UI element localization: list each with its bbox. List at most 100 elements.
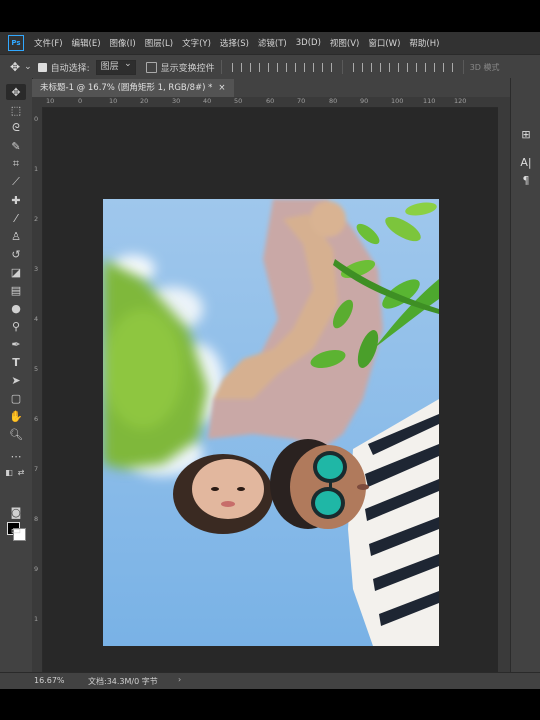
ruler-left-label: 3 — [34, 265, 39, 273]
document-tab[interactable]: 未标题-1 @ 16.7% (圆角矩形 1, RGB/8#) * × — [32, 79, 234, 97]
ruler-left-label: 7 — [34, 465, 39, 473]
screen-mode-icon[interactable]: ▭ — [6, 522, 26, 538]
move-tool-preset-icon[interactable]: ✥ — [10, 60, 20, 74]
auto-select-label: 自动选择: — [50, 63, 90, 74]
quick-mask-icon[interactable]: ◙ — [6, 504, 26, 520]
menu-image[interactable]: 图像(I) — [110, 37, 136, 49]
ruler-left-label: 2 — [34, 215, 39, 223]
photo-image — [103, 199, 439, 646]
workspace-area[interactable] — [43, 108, 498, 673]
ruler-top[interactable]: 10 0 10 20 30 40 50 60 70 80 90 100 110 … — [42, 97, 498, 108]
zoom-level[interactable]: 16.67% — [34, 676, 65, 685]
ruler-top-label: 90 — [360, 97, 369, 105]
path-select-tool-icon[interactable]: ➤ — [6, 372, 26, 388]
options-bar: ✥ ⌄ 自动选择: 图层 显示变换控件 3D 模式 — [0, 54, 540, 80]
ruler-left-label: 6 — [34, 415, 39, 423]
marquee-tool-icon[interactable]: ⬚ — [6, 102, 26, 118]
auto-select-value: 图层 — [100, 61, 119, 72]
align-left-icon[interactable] — [231, 62, 242, 72]
photoshop-window: Ps 文件(F) 编辑(E) 图像(I) 图层(L) 文字(Y) 选择(S) 滤… — [0, 32, 540, 689]
shape-tool-icon[interactable]: ▢ — [6, 390, 26, 406]
paragraph-icon[interactable]: ¶ — [519, 174, 533, 188]
ruler-top-label: 100 — [391, 97, 404, 105]
menu-help[interactable]: 帮助(H) — [409, 37, 439, 49]
menu-file[interactable]: 文件(F) — [34, 37, 63, 49]
properties-icon[interactable]: ⊞ — [519, 128, 533, 142]
menu-window[interactable]: 窗口(W) — [368, 37, 400, 49]
separator — [462, 60, 464, 74]
align-vcenter-icon[interactable] — [303, 62, 314, 72]
distribute-right-icon[interactable] — [442, 62, 453, 72]
dodge-tool-icon[interactable]: ⚲ — [6, 318, 26, 334]
auto-select-dropdown[interactable]: 图层 — [95, 58, 136, 75]
eraser-tool-icon[interactable]: ◪ — [6, 264, 26, 280]
close-icon[interactable]: × — [218, 83, 225, 93]
healing-tool-icon[interactable]: ✚ — [6, 192, 26, 208]
ruler-left-label: 0 — [34, 115, 39, 123]
ps-logo-icon[interactable]: Ps — [8, 35, 24, 51]
distribute-hcenter-icon[interactable] — [424, 62, 435, 72]
blur-tool-icon[interactable]: ● — [6, 300, 26, 316]
brush-tool-icon[interactable]: ⁄ — [6, 210, 26, 226]
right-panel-dock: ⊞ A| ¶ — [510, 78, 540, 674]
ruler-top-label: 120 — [454, 97, 467, 105]
eyedropper-tool-icon[interactable]: ⟋ — [6, 174, 26, 190]
distribute-left-icon[interactable] — [406, 62, 417, 72]
ruler-left-label: 1 — [34, 615, 39, 623]
document-canvas[interactable] — [103, 199, 439, 646]
ruler-top-label: 60 — [266, 97, 275, 105]
menu-filter[interactable]: 滤镜(T) — [258, 37, 287, 49]
distribute-vcenter-icon[interactable] — [370, 62, 381, 72]
menu-select[interactable]: 选择(S) — [220, 37, 249, 49]
ruler-corner[interactable] — [32, 97, 42, 107]
crop-tool-icon[interactable]: ⌗ — [6, 156, 26, 172]
menu-view[interactable]: 视图(V) — [330, 37, 359, 49]
ruler-left[interactable]: 0 1 2 3 4 5 6 7 8 9 1 — [32, 107, 43, 673]
ruler-left-label: 4 — [34, 315, 39, 323]
move-tool-icon[interactable]: ✥ — [6, 84, 26, 100]
show-transform-label: 显示变换控件 — [160, 63, 215, 74]
align-hcenter-icon[interactable] — [249, 62, 260, 72]
history-brush-tool-icon[interactable]: ↺ — [6, 246, 26, 262]
ruler-top-label: 110 — [423, 97, 436, 105]
menu-bar: Ps 文件(F) 编辑(E) 图像(I) 图层(L) 文字(Y) 选择(S) 滤… — [0, 32, 540, 54]
menu-layer[interactable]: 图层(L) — [145, 37, 173, 49]
more-tools-icon[interactable]: ⋯ — [6, 448, 26, 464]
3d-mode-label[interactable]: 3D 模式 — [470, 62, 500, 73]
distribute-bottom-icon[interactable] — [388, 62, 399, 72]
align-top-icon[interactable] — [285, 62, 296, 72]
hand-tool-icon[interactable]: ✋ — [6, 408, 26, 424]
show-transform-checkbox[interactable] — [145, 61, 157, 73]
ruler-top-label: 40 — [203, 97, 212, 105]
ruler-top-label: 20 — [140, 97, 149, 105]
align-right-icon[interactable] — [267, 62, 278, 72]
gradient-tool-icon[interactable]: ▤ — [6, 282, 26, 298]
type-tool-icon[interactable]: T — [6, 354, 26, 370]
lasso-tool-icon[interactable]: ᘓ — [6, 120, 26, 136]
ruler-left-label: 8 — [34, 515, 39, 523]
pen-tool-icon[interactable]: ✒ — [6, 336, 26, 352]
character-icon[interactable]: A| — [519, 156, 533, 170]
ruler-top-label: 30 — [172, 97, 181, 105]
menu-edit[interactable]: 编辑(E) — [72, 37, 101, 49]
zoom-tool-icon[interactable]: 🔍︎ — [6, 426, 26, 442]
swap-colors-icon[interactable]: ⇄ — [16, 464, 26, 480]
chevron-down-icon[interactable]: ⌄ — [24, 62, 32, 72]
ruler-left-label: 5 — [34, 365, 39, 373]
tools-panel: ✥ ⬚ ᘓ ✎ ⌗ ⟋ ✚ ⁄ ♙ ↺ ◪ ▤ ● ⚲ ✒ T ➤ ▢ ✋ 🔍︎… — [0, 78, 33, 674]
document-tab-title: 未标题-1 @ 16.7% (圆角矩形 1, RGB/8#) * — [40, 83, 213, 93]
stamp-tool-icon[interactable]: ♙ — [6, 228, 26, 244]
ruler-left-label: 9 — [34, 565, 39, 573]
vertical-scrollbar[interactable] — [498, 97, 510, 673]
status-bar: 16.67% 文档:34.3M/0 字节 › — [0, 672, 540, 689]
align-bottom-icon[interactable] — [321, 62, 332, 72]
menu-3d[interactable]: 3D(D) — [296, 38, 321, 48]
ruler-left-label: 1 — [34, 165, 39, 173]
quick-select-tool-icon[interactable]: ✎ — [6, 138, 26, 154]
menu-type[interactable]: 文字(Y) — [182, 37, 211, 49]
default-colors-icon[interactable]: ◧ — [4, 464, 14, 480]
distribute-top-icon[interactable] — [352, 62, 363, 72]
separator — [341, 60, 343, 74]
auto-select-checkbox[interactable] — [37, 62, 47, 72]
chevron-right-icon[interactable]: › — [178, 675, 181, 684]
